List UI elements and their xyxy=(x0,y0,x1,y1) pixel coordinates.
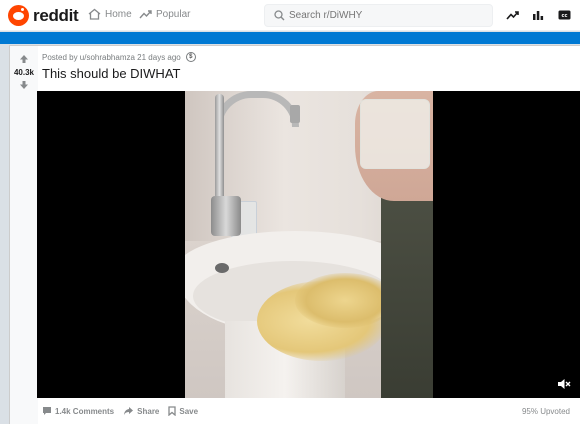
post-meta: Posted by u/sohrabhamza 21 days ago $ xyxy=(42,52,196,62)
save-button[interactable]: Save xyxy=(168,406,198,416)
person-arm xyxy=(381,181,433,398)
brand-name: reddit xyxy=(33,5,79,25)
home-icon xyxy=(88,8,101,20)
comments-label: 1.4k Comments xyxy=(55,406,115,416)
share-icon xyxy=(124,407,134,415)
comments-button[interactable]: 1.4k Comments xyxy=(42,406,114,416)
popular-icon xyxy=(139,10,152,19)
stats-button[interactable] xyxy=(531,8,545,22)
svg-text:cc: cc xyxy=(561,13,567,19)
mute-icon[interactable] xyxy=(557,378,571,390)
vote-column: 40.3k xyxy=(10,46,38,424)
trending-icon xyxy=(505,11,519,20)
noodle-bag xyxy=(360,99,430,169)
video-frame xyxy=(185,91,433,398)
post-title[interactable]: This should be DIWHAT xyxy=(42,66,180,81)
top-navigation-bar: reddit Home Popular cc xyxy=(0,0,580,31)
nav-popular[interactable]: Popular xyxy=(139,8,190,20)
upvote-ratio: 95% Upvoted xyxy=(521,407,570,416)
reddit-snoo-icon xyxy=(8,5,29,26)
upvote-icon[interactable] xyxy=(19,54,29,64)
subreddit-banner xyxy=(0,32,580,44)
video-player[interactable] xyxy=(37,91,580,398)
stats-icon xyxy=(533,10,544,20)
vote-score: 40.3k xyxy=(13,68,35,77)
downvote-icon[interactable] xyxy=(19,80,29,90)
trending-button[interactable] xyxy=(505,8,519,22)
nav-popular-label: Popular xyxy=(156,8,191,20)
post-actions: 1.4k Comments Share Save xyxy=(42,406,207,416)
nav-home-label: Home xyxy=(105,8,132,20)
search-bar[interactable] xyxy=(264,4,493,27)
comment-icon xyxy=(43,407,51,415)
save-icon xyxy=(168,406,177,416)
closed-captions-icon: cc xyxy=(558,10,570,20)
post-card[interactable]: 40.3k Posted by u/sohrabhamza 21 days ag… xyxy=(9,45,580,424)
reddit-logo[interactable]: reddit xyxy=(8,5,79,26)
award-icon[interactable]: $ xyxy=(185,52,196,62)
share-label: Share xyxy=(137,406,160,416)
closed-captions-button[interactable]: cc xyxy=(557,8,571,22)
search-icon xyxy=(274,10,285,21)
share-button[interactable]: Share xyxy=(123,406,159,416)
nav-home[interactable]: Home xyxy=(88,8,132,20)
post-author-time[interactable]: Posted by u/sohrabhamza 21 days ago xyxy=(42,53,181,62)
save-label: Save xyxy=(179,406,199,416)
search-input[interactable] xyxy=(289,10,479,21)
